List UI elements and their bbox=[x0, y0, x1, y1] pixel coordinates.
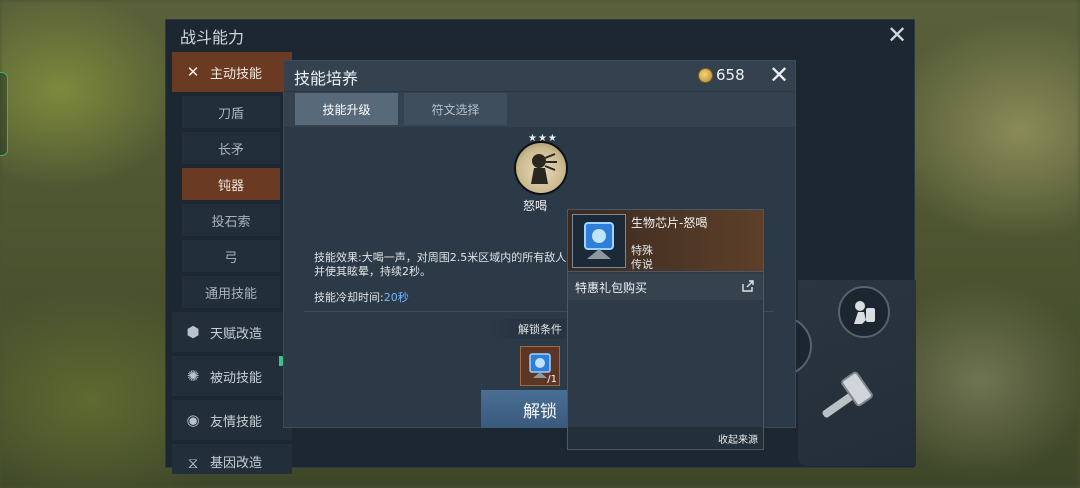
item-name: 生物芯片-怒喝 bbox=[631, 216, 708, 230]
hammer-icon bbox=[822, 371, 873, 418]
sub-item-sword-shield[interactable]: 刀盾 bbox=[182, 96, 280, 128]
window-title: 战斗能力 bbox=[180, 28, 245, 47]
shout-skill-icon bbox=[854, 301, 875, 324]
sidebar-category-gene[interactable]: ⧖ 基因改造 bbox=[172, 444, 292, 474]
coin-icon bbox=[698, 68, 713, 83]
collapse-source-button[interactable]: 收起来源 bbox=[568, 427, 763, 449]
category-label: 被动技能 bbox=[210, 370, 263, 386]
currency-amount: 658 bbox=[716, 66, 745, 84]
item-tooltip: 生物芯片-怒喝 特殊 传说 特惠礼包购买 收起来源 bbox=[567, 209, 764, 450]
sidebar-category-talent[interactable]: ⬢ 天赋改造 bbox=[172, 312, 292, 352]
category-label: 友情技能 bbox=[210, 414, 263, 430]
category-label: 主动技能 bbox=[210, 66, 263, 82]
skill-icon bbox=[514, 141, 568, 195]
item-count: /1 bbox=[547, 374, 557, 385]
weapon-sub-list: 刀盾 长矛 钝器 投石索 弓 通用技能 bbox=[172, 96, 292, 308]
biochip-icon bbox=[572, 214, 626, 268]
item-rarity: 传说 bbox=[631, 258, 653, 271]
required-item-slot[interactable]: /1 bbox=[520, 346, 560, 386]
sidebar-category-friendship[interactable]: ◉ 友情技能 bbox=[172, 400, 292, 440]
sub-item-blunt[interactable]: 钝器 bbox=[182, 168, 280, 200]
crossed-swords-icon: ✕ bbox=[186, 63, 200, 81]
skill-effect: 技能效果:大喝一声，对周围2.5米区域内的所有敌人 并使其眩晕，持续2秒。 bbox=[314, 251, 594, 279]
dialog-header: 技能培养 658 ✕ bbox=[284, 61, 795, 91]
hex-cluster-icon: ⬢ bbox=[186, 323, 200, 341]
dna-icon: ⧖ bbox=[187, 454, 199, 472]
sub-item-spear[interactable]: 长矛 bbox=[182, 132, 280, 164]
tab-rune-select[interactable]: 符文选择 bbox=[404, 93, 507, 125]
skill-slot-button[interactable] bbox=[838, 286, 890, 338]
skill-name: 怒喝 bbox=[523, 199, 548, 213]
close-icon[interactable]: ✕ bbox=[884, 21, 910, 49]
burst-icon: ✺ bbox=[186, 367, 200, 385]
share-icon[interactable] bbox=[741, 279, 757, 295]
sub-item-general[interactable]: 通用技能 bbox=[182, 276, 280, 308]
cooldown-label: 技能冷却时间: bbox=[314, 291, 384, 304]
skill-effect-line2: 并使其眩晕，持续2秒。 bbox=[314, 265, 431, 278]
skill-cooldown: 技能冷却时间:20秒 bbox=[314, 289, 409, 305]
tooltip-header: 生物芯片-怒喝 特殊 传说 bbox=[568, 210, 763, 272]
dialog-title: 技能培养 bbox=[294, 69, 359, 88]
edge-tab[interactable] bbox=[0, 72, 8, 156]
roar-icon bbox=[531, 153, 557, 184]
handshake-icon: ◉ bbox=[186, 411, 200, 429]
cooldown-value: 20秒 bbox=[383, 291, 409, 304]
tab-bar: 技能升级 符文选择 bbox=[284, 91, 795, 127]
sub-item-sling[interactable]: 投石索 bbox=[182, 204, 280, 236]
category-label: 基因改造 bbox=[210, 456, 263, 471]
item-source-row[interactable]: 特惠礼包购买 bbox=[568, 274, 763, 300]
biochip-image bbox=[584, 222, 614, 259]
category-label: 天赋改造 bbox=[210, 326, 263, 342]
item-source-label: 特惠礼包购买 bbox=[575, 280, 648, 295]
sub-item-bow[interactable]: 弓 bbox=[182, 240, 280, 272]
tab-skill-upgrade[interactable]: 技能升级 bbox=[295, 93, 398, 125]
sidebar-category-passive[interactable]: ✺ 被动技能 bbox=[172, 356, 292, 396]
sidebar: ✕ 主动技能 刀盾 长矛 钝器 投石索 弓 通用技能 ⬢ 天赋改造 ✺ 被动技能… bbox=[172, 52, 292, 478]
skill-effect-line1: 技能效果:大喝一声，对周围2.5米区域内的所有敌人 bbox=[314, 251, 567, 264]
close-icon[interactable]: ✕ bbox=[765, 61, 793, 89]
sidebar-category-active-skills[interactable]: ✕ 主动技能 bbox=[172, 52, 292, 92]
